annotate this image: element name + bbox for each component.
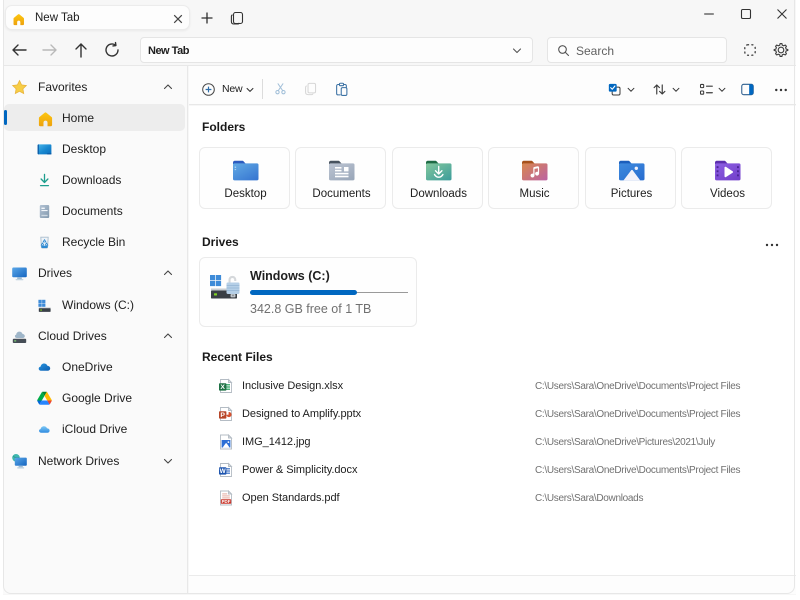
svg-text:X: X: [220, 384, 225, 391]
svg-text:PDF: PDF: [222, 499, 231, 504]
svg-text:P: P: [220, 412, 225, 419]
svg-text:W: W: [220, 468, 227, 475]
